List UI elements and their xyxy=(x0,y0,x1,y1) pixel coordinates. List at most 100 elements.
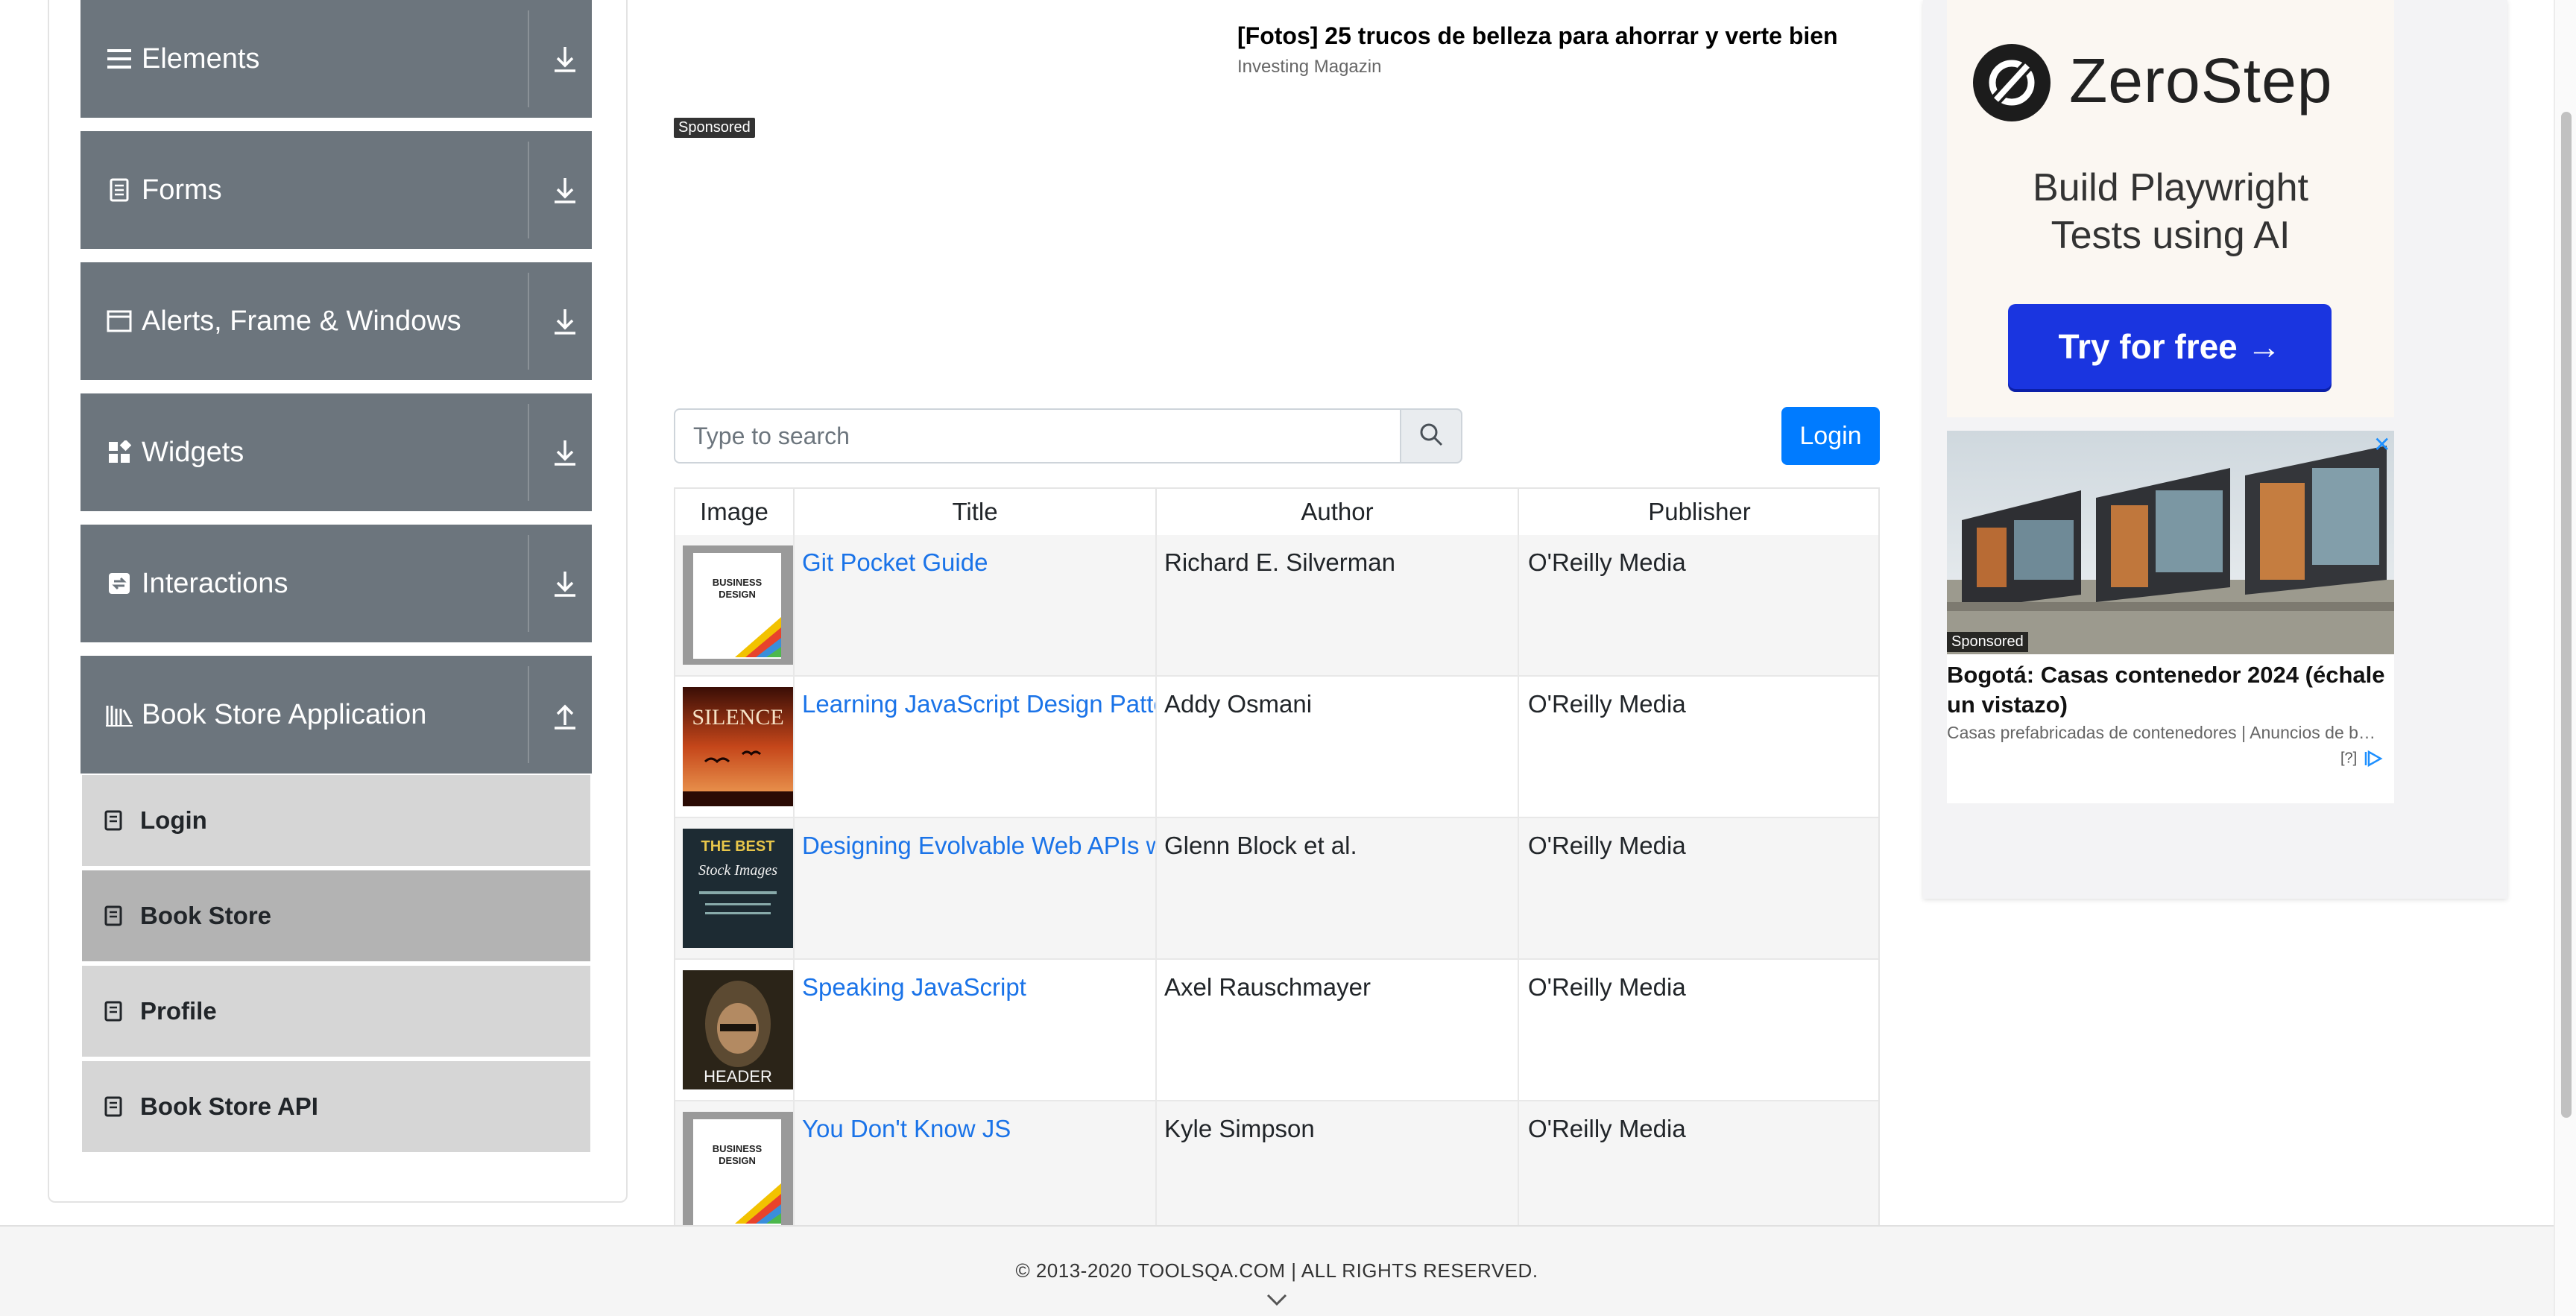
zerostep-logo-icon xyxy=(1971,42,2053,124)
book-title-link[interactable]: Git Pocket Guide xyxy=(802,548,988,576)
group-interactions[interactable]: Interactions xyxy=(80,525,592,642)
author-cell: Glenn Block et al. xyxy=(1157,818,1519,958)
sidebar-item-profile[interactable]: Profile xyxy=(82,966,590,1057)
try-for-free-button[interactable]: Try for free → xyxy=(2008,304,2332,389)
svg-text:THE BEST: THE BEST xyxy=(701,838,775,855)
column-header-publisher[interactable]: Publisher xyxy=(1519,489,1878,535)
scrollbar-thumb[interactable] xyxy=(2561,112,2572,1118)
book-title-link[interactable]: Speaking JavaScript xyxy=(802,973,1026,1001)
book-title-link[interactable]: You Don't Know JS xyxy=(802,1115,1011,1142)
container-house-image xyxy=(1947,431,2394,654)
ad-headline-link[interactable]: [Fotos] 25 trucos de belleza para ahorra… xyxy=(1237,22,1838,50)
chevron-down-icon[interactable] xyxy=(1266,1292,1288,1307)
publisher-cell: O'Reilly Media xyxy=(1528,973,1686,1001)
svg-text:DESIGN: DESIGN xyxy=(719,589,756,600)
collapse-up-icon[interactable] xyxy=(549,698,581,731)
publisher-cell: O'Reilly Media xyxy=(1528,690,1686,718)
column-header-title[interactable]: Title xyxy=(795,489,1157,535)
svg-text:Stock Images: Stock Images xyxy=(698,862,777,879)
group-widgets[interactable]: Widgets xyxy=(80,393,592,511)
expand-down-icon[interactable] xyxy=(549,42,581,75)
ad-choices-icon[interactable]: [?] xyxy=(2340,750,2387,768)
ad-choices-label: [?] xyxy=(2340,750,2358,767)
image-cell: HEADER xyxy=(675,960,795,1100)
author-cell: Kyle Simpson xyxy=(1157,1101,1519,1231)
publisher-cell: O'Reilly Media xyxy=(1528,548,1686,576)
book-icon xyxy=(104,905,125,927)
title-cell: Learning JavaScript Design Patterns xyxy=(795,677,1157,817)
book-cover-image: BUSINESS DESIGN xyxy=(683,545,793,665)
title-cell: Speaking JavaScript xyxy=(795,960,1157,1100)
sidebar-item-login[interactable]: Login xyxy=(82,775,590,866)
group-label: Forms xyxy=(142,174,222,206)
group-book-store-application[interactable]: Book Store Application xyxy=(80,656,592,774)
book-title-link[interactable]: Designing Evolvable Web APIs with ASP.NE… xyxy=(802,832,1155,859)
sidebar-item-label: Book Store xyxy=(140,902,272,929)
ad-close-icon[interactable]: ✕ xyxy=(2373,432,2390,457)
book-title-link[interactable]: Learning JavaScript Design Patterns xyxy=(802,690,1155,718)
login-button[interactable]: Login xyxy=(1781,407,1880,465)
sidebar-item-label: Profile xyxy=(140,997,217,1025)
svg-text:BUSINESS: BUSINESS xyxy=(713,577,763,588)
group-forms[interactable]: Forms xyxy=(80,131,592,249)
search-button[interactable] xyxy=(1401,408,1462,464)
sidebar-item-label: Book Store API xyxy=(140,1092,318,1120)
expand-down-icon[interactable] xyxy=(549,174,581,206)
table-row: BUSINESS DESIGN Git Pocket Guide Richard… xyxy=(675,535,1878,677)
house-ad-source: Casas prefabricadas de contenedores | An… xyxy=(1947,723,2375,742)
publisher-cell: O'Reilly Media xyxy=(1528,1115,1686,1142)
divider xyxy=(528,10,529,107)
expand-down-icon[interactable] xyxy=(549,436,581,469)
group-label: Elements xyxy=(142,42,260,75)
image-cell: BUSINESS DESIGN xyxy=(675,1101,795,1231)
book-cover-image: HEADER xyxy=(683,970,793,1089)
sidebar-item-book-store[interactable]: Book Store xyxy=(82,870,590,961)
table-row: BUSINESS DESIGN You Don't Know JS Kyle S… xyxy=(675,1101,1878,1231)
book-icon xyxy=(104,1095,125,1118)
table-header: Image Title Author Publisher xyxy=(675,489,1878,537)
column-header-image[interactable]: Image xyxy=(675,489,795,535)
divider xyxy=(528,404,529,501)
table-row: HEADER Speaking JavaScript Axel Rauschma… xyxy=(675,960,1878,1101)
publisher-cell: O'Reilly Media xyxy=(1528,832,1686,859)
image-cell: THE BEST Stock Images xyxy=(675,818,795,958)
column-header-author[interactable]: Author xyxy=(1157,489,1519,535)
book-icon xyxy=(104,809,125,832)
book-cover-image: SILENCE xyxy=(683,687,793,806)
sidebar-item-book-store-api[interactable]: Book Store API xyxy=(82,1061,590,1152)
document-icon xyxy=(104,175,134,205)
ad-source: Investing Magazin xyxy=(1237,57,1382,77)
group-label: Widgets xyxy=(142,436,244,468)
hamburger-icon xyxy=(104,44,134,74)
book-cover-image: THE BEST Stock Images xyxy=(683,829,793,948)
tagline-line: Build Playwright xyxy=(2033,166,2308,209)
divider xyxy=(528,273,529,370)
footer-copyright: © 2013-2020 TOOLSQA.COM | ALL RIGHTS RES… xyxy=(1015,1259,1538,1282)
group-label: Alerts, Frame & Windows xyxy=(142,305,461,337)
group-label: Interactions xyxy=(142,567,288,599)
group-alerts-frame-windows[interactable]: Alerts, Frame & Windows xyxy=(80,262,592,380)
window-icon xyxy=(104,306,134,336)
image-cell: BUSINESS DESIGN xyxy=(675,535,795,675)
author-cell: Addy Osmani xyxy=(1157,677,1519,817)
title-cell: Git Pocket Guide xyxy=(795,535,1157,675)
svg-text:HEADER: HEADER xyxy=(704,1067,772,1086)
expand-down-icon[interactable] xyxy=(549,567,581,600)
expand-down-icon[interactable] xyxy=(549,305,581,338)
sponsored-badge: Sponsored xyxy=(674,118,755,138)
house-ad-title[interactable]: Bogotá: Casas contenedor 2024 (échale un… xyxy=(1947,660,2394,720)
group-elements[interactable]: Elements xyxy=(80,0,592,118)
svg-text:BUSINESS: BUSINESS xyxy=(713,1143,763,1154)
search-icon xyxy=(1418,422,1444,451)
sponsored-badge: Sponsored xyxy=(1947,632,2028,652)
divider xyxy=(528,535,529,632)
widgets-icon xyxy=(104,437,134,467)
zerostep-brand: ZeroStep xyxy=(2069,45,2333,116)
interactions-icon xyxy=(104,569,134,598)
book-icon xyxy=(104,1000,125,1022)
zerostep-tagline: Build Playwright Tests using AI xyxy=(1947,164,2394,259)
title-cell: You Don't Know JS xyxy=(795,1101,1157,1231)
search-input[interactable] xyxy=(674,408,1401,464)
svg-text:DESIGN: DESIGN xyxy=(719,1155,756,1166)
group-label: Book Store Application xyxy=(142,698,427,730)
